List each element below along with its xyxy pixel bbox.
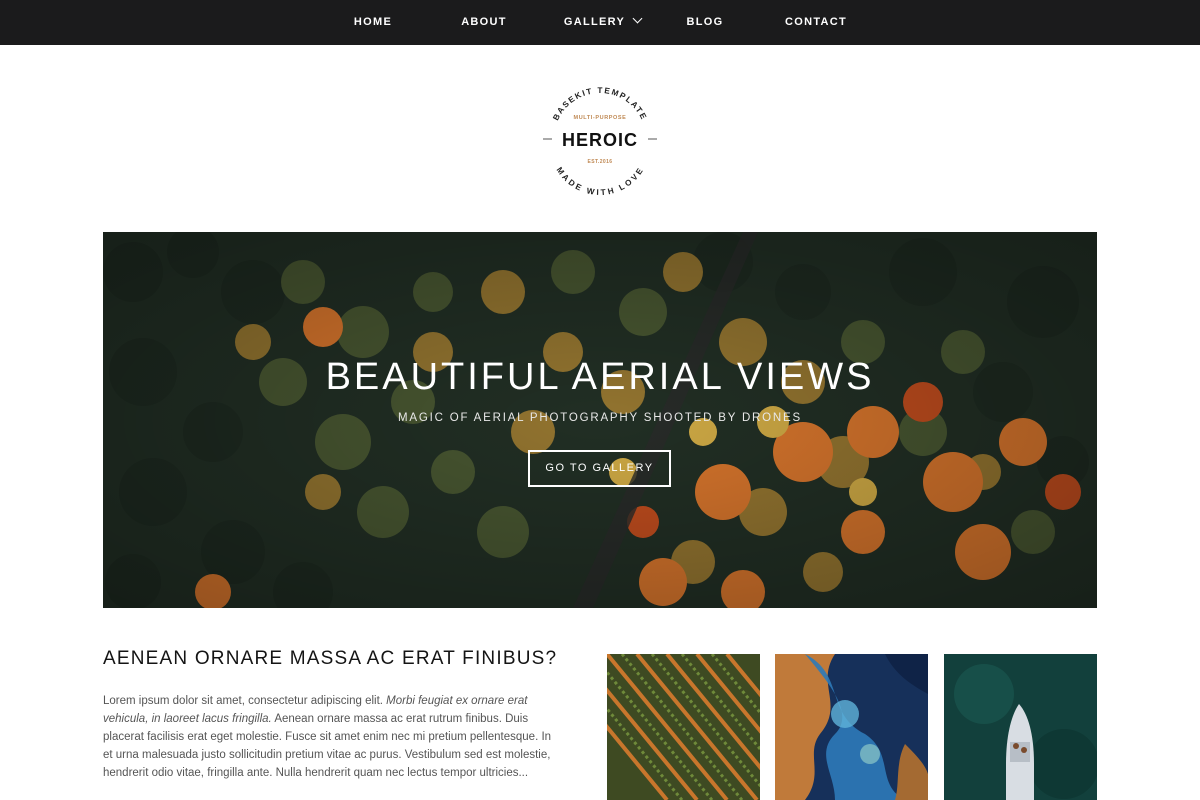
svg-text:MADE WITH LOVE: MADE WITH LOVE: [555, 165, 645, 196]
nav-blog-link[interactable]: BLOG: [665, 0, 745, 45]
nav-gallery-label: GALLERY: [563, 16, 626, 28]
gallery-thumb-boat[interactable]: [944, 654, 1097, 800]
aerial-boat-image: [944, 654, 1097, 800]
nav-contact-label: CONTACT: [784, 16, 848, 28]
article-title: AENEAN ORNARE MASSA AC ERAT FINIBUS?: [103, 648, 558, 669]
go-to-gallery-button[interactable]: GO TO GALLERY: [528, 450, 671, 487]
logo-tagline: MULTI-PURPOSE: [574, 115, 627, 121]
hero-title: BEAUTIFUL AERIAL VIEWS: [325, 356, 875, 398]
logo-name: HEROIC: [562, 130, 638, 150]
gallery-thumb-fields[interactable]: [607, 654, 760, 800]
gallery-thumb-coast[interactable]: [775, 654, 928, 800]
nav-about-link[interactable]: ABOUT: [444, 0, 524, 45]
nav-home-label: HOME: [353, 16, 393, 28]
top-navigation: HOME ABOUT GALLERY BLOG CONTACT: [0, 0, 1200, 45]
article-body-text: Lorem ipsum dolor sit amet, consectetur …: [103, 695, 387, 707]
nav-gallery-link[interactable]: GALLERY: [555, 0, 650, 45]
hero-banner: BEAUTIFUL AERIAL VIEWS MAGIC OF AERIAL P…: [103, 232, 1097, 608]
logo-bottom-arc: MADE WITH LOVE: [555, 165, 644, 196]
site-logo[interactable]: BASEKIT TEMPLATE MADE WITH LOVE MULTI-PU…: [536, 75, 664, 203]
nav-blog-label: BLOG: [686, 16, 724, 28]
article-body: Lorem ipsum dolor sit amet, consectetur …: [103, 692, 563, 782]
nav-home-link[interactable]: HOME: [333, 0, 413, 45]
chevron-down-icon: [632, 13, 643, 24]
logo-established: EST.2016: [588, 159, 613, 165]
hero-subtitle: MAGIC OF AERIAL PHOTOGRAPHY SHOOTED BY D…: [398, 412, 802, 424]
nav-about-label: ABOUT: [461, 16, 507, 28]
aerial-coast-image: [775, 654, 928, 800]
aerial-fields-image: [607, 654, 760, 800]
logo-badge: BASEKIT TEMPLATE MADE WITH LOVE MULTI-PU…: [543, 86, 657, 197]
nav-contact-link[interactable]: CONTACT: [776, 0, 856, 45]
